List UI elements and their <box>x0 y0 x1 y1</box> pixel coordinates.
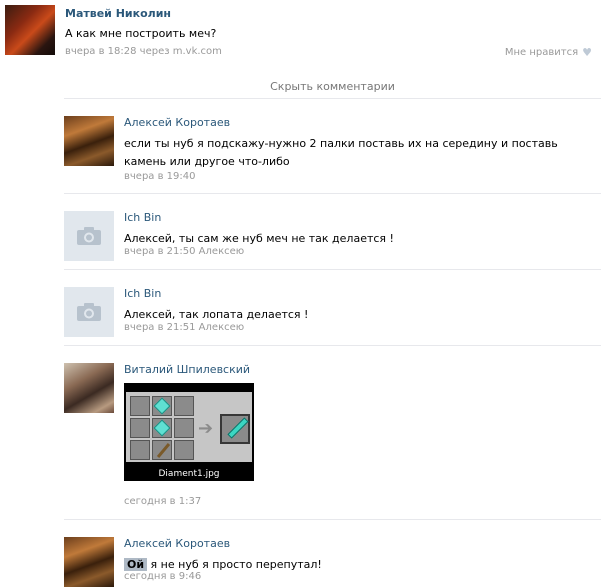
avatar[interactable] <box>64 537 114 587</box>
sword-icon <box>227 417 249 439</box>
grid-slot <box>174 396 194 416</box>
post-author-link[interactable]: Матвей Николин <box>65 7 171 20</box>
grid-slot <box>152 396 172 416</box>
like-label: Мне нравится <box>504 47 579 58</box>
comment-item: Алексей Коротаев если ты нуб я подскажу-… <box>64 98 601 194</box>
comment-timestamp[interactable]: сегодня в 1:37 <box>124 496 201 507</box>
comment-item: Ich Bin Алексей, ты сам же нуб меч не та… <box>64 193 601 270</box>
comment-timestamp[interactable]: вчера в 21:51 Алексею <box>124 322 244 333</box>
grid-slot <box>130 440 150 460</box>
camera-icon <box>77 227 101 245</box>
comment-item: Виталий Шпилевский ➔ Diament1.jpg сегодн… <box>64 345 601 520</box>
attachment-filename: Diament1.jpg <box>158 469 220 479</box>
crafting-grid-image: ➔ <box>126 392 252 462</box>
arrow-right-icon: ➔ <box>198 418 214 439</box>
comment-timestamp[interactable]: сегодня в 9:46 <box>124 571 201 582</box>
comment-text: если ты нуб я подскажу-нужно 2 палки пос… <box>124 137 558 168</box>
comment-author-link[interactable]: Ich Bin <box>124 287 161 300</box>
avatar[interactable] <box>64 363 114 413</box>
comment-item: Ich Bin Алексей, так лопата делается ! в… <box>64 269 601 346</box>
camera-icon <box>77 303 101 321</box>
comment-author-link[interactable]: Алексей Коротаев <box>124 116 230 129</box>
grid-slot <box>152 440 172 460</box>
comment-author-link[interactable]: Виталий Шпилевский <box>124 363 250 376</box>
comment-author-link[interactable]: Алексей Коротаев <box>124 537 230 550</box>
comment-author-link[interactable]: Ich Bin <box>124 211 161 224</box>
comment-item: Алексей Коротаев Ой я не нуб я просто пе… <box>64 519 601 588</box>
like-button[interactable]: Мне нравится ♥ <box>505 46 592 59</box>
comment-timestamp[interactable]: вчера в 19:40 <box>124 171 196 182</box>
diamond-icon <box>153 419 171 437</box>
hide-comments-link[interactable]: Скрыть комментарии <box>64 80 601 93</box>
photo-attachment[interactable]: ➔ Diament1.jpg <box>124 383 254 481</box>
grid-slot <box>130 418 150 438</box>
comment-timestamp[interactable]: вчера в 21:50 Алексею <box>124 246 244 257</box>
highlighted-word: Ой <box>124 558 148 571</box>
avatar[interactable] <box>64 211 114 261</box>
grid-slot <box>152 418 172 438</box>
post-author-avatar[interactable] <box>5 5 55 55</box>
grid-slot <box>174 418 194 438</box>
grid-slot <box>130 396 150 416</box>
heart-icon: ♥ <box>582 46 592 59</box>
stick-icon <box>156 443 171 458</box>
avatar[interactable] <box>64 287 114 337</box>
post-timestamp[interactable]: вчера в 18:28 через m.vk.com <box>65 46 222 57</box>
avatar[interactable] <box>64 116 114 166</box>
diamond-icon <box>153 397 171 415</box>
result-slot <box>220 414 250 444</box>
grid-slot <box>174 440 194 460</box>
comment-text-rest: я не нуб я просто перепутал! <box>147 558 322 571</box>
post-text: А как мне построить меч? <box>65 27 217 40</box>
